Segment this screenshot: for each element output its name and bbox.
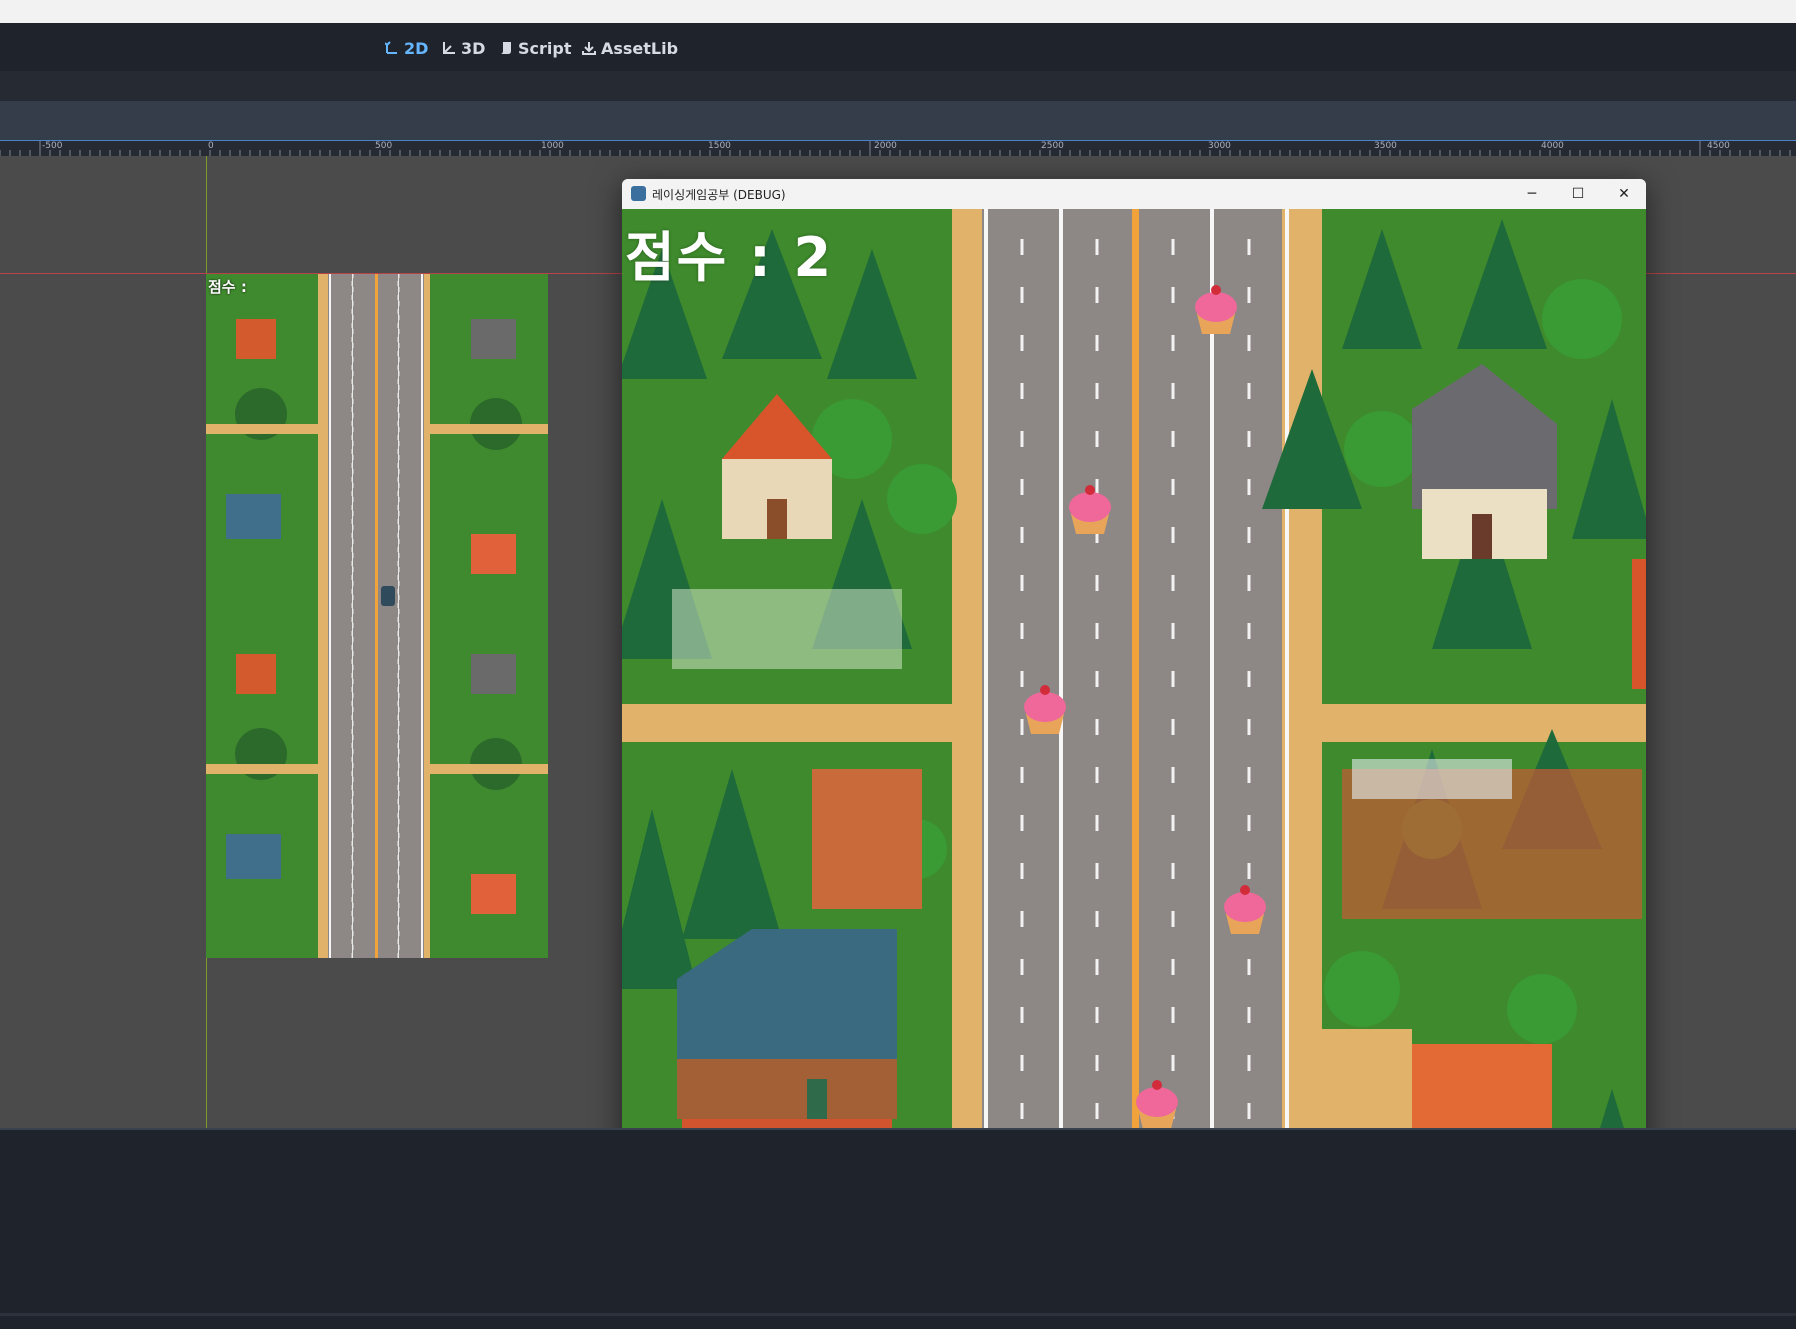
game-viewport[interactable]: 점수 : 2 xyxy=(622,209,1646,1234)
workspace-2d-label: 2D xyxy=(404,38,429,58)
scene-preview[interactable] xyxy=(206,274,548,958)
window-titlebar[interactable]: 레이싱게임공부 (DEBUG) ─ ☐ ✕ xyxy=(622,179,1646,209)
maximize-icon: ☐ xyxy=(1571,186,1585,202)
workspace-assetlib-button[interactable]: AssetLib xyxy=(582,36,678,60)
workspace-script-button[interactable]: Script xyxy=(499,36,571,60)
editor-score-label: 점수 : xyxy=(208,278,247,296)
ruler-label: 1000 xyxy=(541,141,564,151)
close-button[interactable]: ✕ xyxy=(1602,179,1646,209)
minimize-button[interactable]: ─ xyxy=(1510,179,1554,209)
ruler-label: 3000 xyxy=(1208,141,1231,151)
window-title: 레이싱게임공부 (DEBUG) xyxy=(652,188,786,202)
ruler-label: 4000 xyxy=(1541,141,1564,151)
bottom-dock-panel xyxy=(0,1128,1796,1329)
ruler-label: 1500 xyxy=(708,141,731,151)
workspace-script-label: Script xyxy=(518,38,572,58)
editor-main-toolbar xyxy=(0,23,1796,71)
2d-icon xyxy=(385,41,397,54)
score-label: 점수 : 2 xyxy=(625,226,834,289)
close-icon: ✕ xyxy=(1618,186,1630,202)
game-scene xyxy=(622,209,1646,1234)
game-debug-window[interactable]: 레이싱게임공부 (DEBUG) ─ ☐ ✕ 점수: 2 xyxy=(622,179,1646,1234)
ruler-label: 2000 xyxy=(874,141,897,151)
scene-tabs-bar xyxy=(0,71,1796,101)
godot-app-icon xyxy=(631,186,646,201)
minimize-icon: ─ xyxy=(1527,186,1537,202)
workspace-3d-button[interactable]: 3D xyxy=(442,36,485,60)
workspace-assetlib-label: AssetLib xyxy=(601,38,679,58)
scene-preview-art xyxy=(206,274,548,958)
workspace-3d-label: 3D xyxy=(461,38,486,58)
horizontal-ruler: -500 0 500 1000 1500 2000 2500 3000 3500… xyxy=(0,140,1796,157)
ruler-label: 0 xyxy=(208,141,214,151)
canvas-toolbar xyxy=(0,101,1796,140)
ruler-label: 500 xyxy=(375,141,393,151)
ruler-label: 3500 xyxy=(1374,141,1397,151)
workspace-2d-button[interactable]: 2D xyxy=(385,36,428,60)
ruler-ticks xyxy=(0,141,1791,156)
script-icon xyxy=(501,42,511,54)
ruler-label: 2500 xyxy=(1041,141,1064,151)
os-top-strip xyxy=(0,0,1796,23)
bottom-divider xyxy=(0,1313,1796,1316)
ruler-label: -500 xyxy=(42,141,63,151)
ruler-label: 4500 xyxy=(1707,141,1730,151)
assetlib-icon xyxy=(582,42,596,55)
maximize-button[interactable]: ☐ xyxy=(1556,179,1600,209)
3d-icon xyxy=(443,42,455,54)
